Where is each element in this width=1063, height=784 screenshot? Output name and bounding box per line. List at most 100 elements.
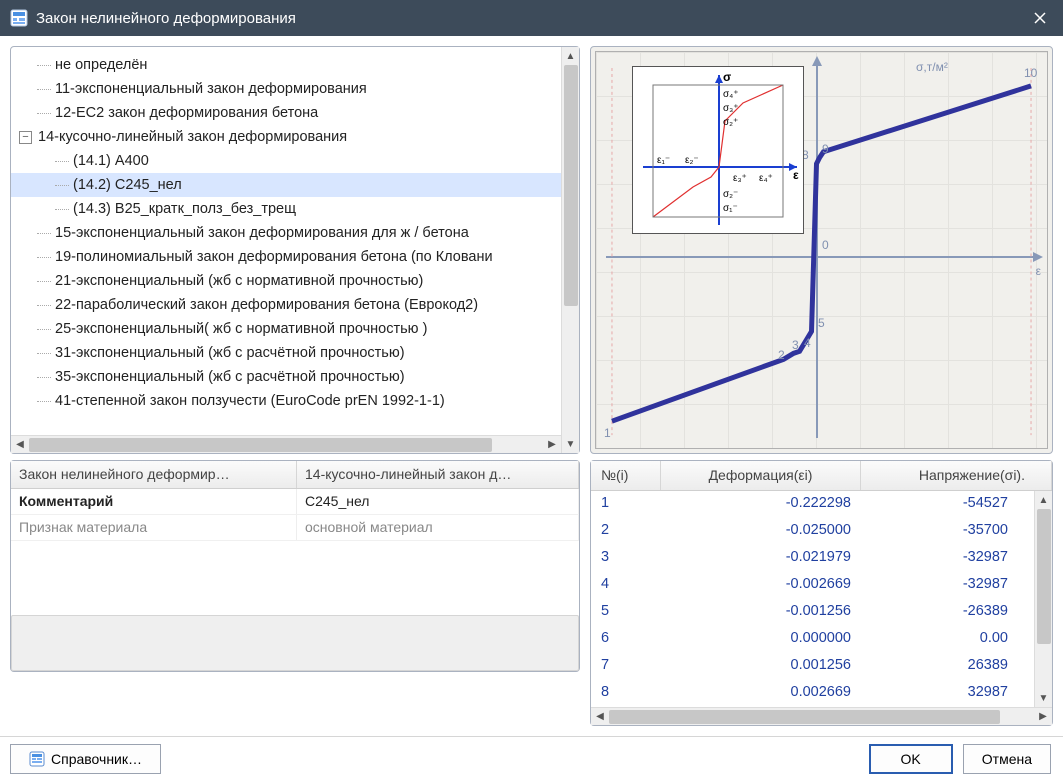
svg-text:σ₃⁺: σ₃⁺ [723,103,739,114]
properties-panel: Закон нелинейного деформир… 14-кусочно-л… [10,460,580,672]
pt-5: 5 [818,316,825,330]
table-row[interactable]: 4-0.002669-32987 [591,572,1034,599]
property-row[interactable]: КомментарийС245_нел [11,489,579,515]
cell-sigma: -32987 [861,545,1034,572]
tree-item[interactable]: 21-экспоненциальный (жб с нормативной пр… [11,269,561,293]
left-column: не определён11-экспоненциальный закон де… [10,46,580,726]
tree-item[interactable]: 12-EC2 закон деформирования бетона [11,101,561,125]
table-vscroll[interactable]: ▲ ▼ [1034,491,1052,707]
ok-button[interactable]: OK [869,744,953,774]
tree-item[interactable]: 22-параболический закон деформирования б… [11,293,561,317]
pt-1: 1 [604,426,611,440]
tree-item-label: (14.3) В25_кратк_полз_без_трещ [73,201,296,217]
property-row[interactable]: Признак материалаосновной материал [11,515,579,541]
tree-item-label: 12-EC2 закон деформирования бетона [55,105,318,121]
tree-item[interactable]: 19-полиномиальный закон деформирования б… [11,245,561,269]
table-row[interactable]: 2-0.025000-35700 [591,518,1034,545]
svg-text:σ₄⁺: σ₄⁺ [723,89,739,100]
table-hscroll[interactable]: ◀ ▶ [591,707,1052,725]
svg-text:σ₂⁺: σ₂⁺ [723,117,738,128]
tree-vscroll[interactable]: ▲ ▼ [561,47,579,453]
scroll-down-icon[interactable]: ▼ [1035,689,1053,707]
cell-index: 4 [591,572,661,599]
tree-item[interactable]: 35-экспоненциальный (жб с расчётной проч… [11,365,561,389]
data-table-body: 1-0.222298-545272-0.025000-357003-0.0219… [591,491,1052,707]
pt-10: 10 [1024,66,1037,80]
collapse-icon[interactable]: − [19,131,32,144]
table-row[interactable]: 3-0.021979-32987 [591,545,1034,572]
cell-eps: -0.001256 [661,599,861,626]
tree-item[interactable]: (14.1) А400 [11,149,561,173]
col-sigma-header[interactable]: Напряжение(σi). [861,461,1052,490]
close-icon[interactable] [1017,0,1063,36]
scroll-left-icon[interactable]: ◀ [11,436,29,454]
tree-item[interactable]: −14-кусочно-линейный закон деформировани… [11,125,561,149]
cell-index: 7 [591,653,661,680]
tree-item-label: 35-экспоненциальный (жб с расчётной проч… [55,369,405,385]
tree-item-label: 19-полиномиальный закон деформирования б… [55,249,493,265]
svg-text:σ₂⁻: σ₂⁻ [723,189,738,200]
tree-item[interactable]: 31-экспоненциальный (жб с расчётной проч… [11,341,561,365]
tree-item[interactable]: (14.3) В25_кратк_полз_без_трещ [11,197,561,221]
table-row[interactable]: 1-0.222298-54527 [591,491,1034,518]
property-value: С245_нел [297,489,579,514]
tree-item[interactable]: 15-экспоненциальный закон деформирования… [11,221,561,245]
tree-item-label: 41-степенной закон ползучести (EuroCode … [55,393,445,409]
tree-item[interactable]: 25-экспоненциальный( жб с нормативной пр… [11,317,561,341]
scroll-right-icon[interactable]: ▶ [1034,708,1052,726]
scroll-up-icon[interactable]: ▲ [1035,491,1053,509]
tree-item[interactable]: не определён [11,53,561,77]
col-eps-header[interactable]: Деформация(εi) [661,461,861,490]
cell-index: 5 [591,599,661,626]
reference-icon [29,751,45,767]
tree-item-label: (14.1) А400 [73,153,149,169]
table-row[interactable]: 80.00266932987 [591,680,1034,707]
table-row[interactable]: 60.0000000.00 [591,626,1034,653]
prop-header-1[interactable]: 14-кусочно-линейный закон д… [297,461,579,488]
svg-text:ε₃⁺: ε₃⁺ [733,173,747,184]
tree-item-label: 21-экспоненциальный (жб с нормативной пр… [55,273,423,289]
tree-item[interactable]: (14.2) С245_нел [11,173,561,197]
tree-hscroll[interactable]: ◀ ▶ [11,435,561,453]
cancel-button[interactable]: Отмена [963,744,1051,774]
tree-item[interactable]: 11-экспоненциальный закон деформирования [11,77,561,101]
tree-item-label: 14-кусочно-линейный закон деформирования [38,129,347,145]
tree-item-label: 25-экспоненциальный( жб с нормативной пр… [55,321,427,337]
data-table-header: №(i) Деформация(εi) Напряжение(σi). [591,461,1052,491]
col-index-header[interactable]: №(i) [591,461,661,490]
ok-button-label: OK [901,751,921,767]
scroll-left-icon[interactable]: ◀ [591,708,609,726]
svg-text:ε₁⁻: ε₁⁻ [657,155,670,166]
properties-footer-box [11,615,579,671]
graph-legend-box: σ ε σ₄⁺ σ₃⁺ σ₂⁺ ε₁⁻ ε₂⁻ ε₃⁺ ε₄⁺ σ₂⁻ σ₁⁻ [632,66,804,234]
scroll-right-icon[interactable]: ▶ [543,436,561,454]
cell-sigma: -54527 [861,491,1034,518]
cell-eps: 0.002669 [661,680,861,707]
property-key: Комментарий [11,489,297,514]
cell-sigma: 32987 [861,680,1034,707]
cell-index: 8 [591,680,661,707]
cell-eps: 0.001256 [661,653,861,680]
table-row[interactable]: 5-0.001256-26389 [591,599,1034,626]
svg-text:σ₁⁻: σ₁⁻ [723,203,738,214]
data-table-rows[interactable]: 1-0.222298-545272-0.025000-357003-0.0219… [591,491,1034,707]
footer: Справочник… OK Отмена [0,736,1063,780]
scroll-down-icon[interactable]: ▼ [562,435,580,453]
tree-item-label: 31-экспоненциальный (жб с расчётной проч… [55,345,405,361]
tree-item[interactable]: 41-степенной закон ползучести (EuroCode … [11,389,561,413]
cell-sigma: 26389 [861,653,1034,680]
properties-header: Закон нелинейного деформир… 14-кусочно-л… [11,461,579,489]
cancel-button-label: Отмена [982,751,1032,767]
cell-index: 3 [591,545,661,572]
cell-index: 2 [591,518,661,545]
scroll-up-icon[interactable]: ▲ [562,47,580,65]
right-column: σ,т/м² ε 0 1 2 3 4 5 8 9 10 [590,46,1053,726]
law-tree[interactable]: не определён11-экспоненциальный закон де… [11,47,561,453]
reference-button-label: Справочник… [51,751,142,767]
cell-index: 1 [591,491,661,518]
table-row[interactable]: 70.00125626389 [591,653,1034,680]
cell-eps: -0.222298 [661,491,861,518]
prop-header-0[interactable]: Закон нелинейного деформир… [11,461,297,488]
cell-eps: -0.025000 [661,518,861,545]
reference-button[interactable]: Справочник… [10,744,161,774]
